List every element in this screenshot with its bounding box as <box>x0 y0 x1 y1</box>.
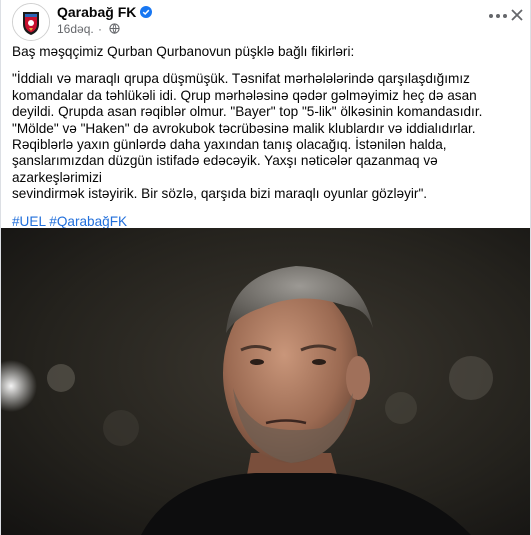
quote-line: "İddialı və maraqlı qrupa düşmüşük. Təsn… <box>12 71 470 87</box>
quote-line: "Mölde" və "Haken" də avrokubok təcrübəs… <box>12 120 476 136</box>
post-quote: "İddialı və maraqlı qrupa düşmüşük. Təsn… <box>12 71 522 202</box>
club-logo <box>13 4 49 40</box>
close-icon[interactable] <box>505 3 529 27</box>
quote-line: sevindirmək istəyirik. Bir sözlə, qarşıd… <box>12 186 428 202</box>
page-avatar[interactable] <box>12 3 50 41</box>
coach-photo <box>1 228 530 535</box>
timestamp[interactable]: 16dəq. <box>57 22 94 36</box>
page-name[interactable]: Qarabağ FK <box>57 4 153 20</box>
quote-line: Rəqiblərlə yaxın günlərdə daha yaxından … <box>12 137 447 153</box>
verified-badge-icon <box>140 6 153 18</box>
hashtag-qarabagfk[interactable]: #QarabağFK <box>49 214 127 229</box>
globe-icon <box>109 23 121 34</box>
page-name-text[interactable]: Qarabağ FK <box>57 4 136 20</box>
post-photo[interactable] <box>1 228 530 535</box>
quote-line: şanslarımızdan düzgün istifadə edəcəyik.… <box>12 153 438 185</box>
post-text: Baş məşqçimiz Qurban Qurbanovun püşklə b… <box>12 44 522 241</box>
post-meta: 16dəq. · <box>57 22 121 36</box>
post-header: Qarabağ FK 16dəq. · <box>1 0 530 41</box>
quote-line: komandalar da təhlükəli idi. Qrup mərhəl… <box>12 87 477 103</box>
quote-line: deyildi. Qrupda asan rəqiblər olmur. "Ba… <box>12 104 483 120</box>
hashtag-uel[interactable]: #UEL <box>12 214 46 229</box>
facebook-post: Qarabağ FK 16dəq. · Baş məşqçimiz Qurban… <box>0 0 531 535</box>
post-intro: Baş məşqçimiz Qurban Qurbanovun püşklə b… <box>12 44 355 59</box>
